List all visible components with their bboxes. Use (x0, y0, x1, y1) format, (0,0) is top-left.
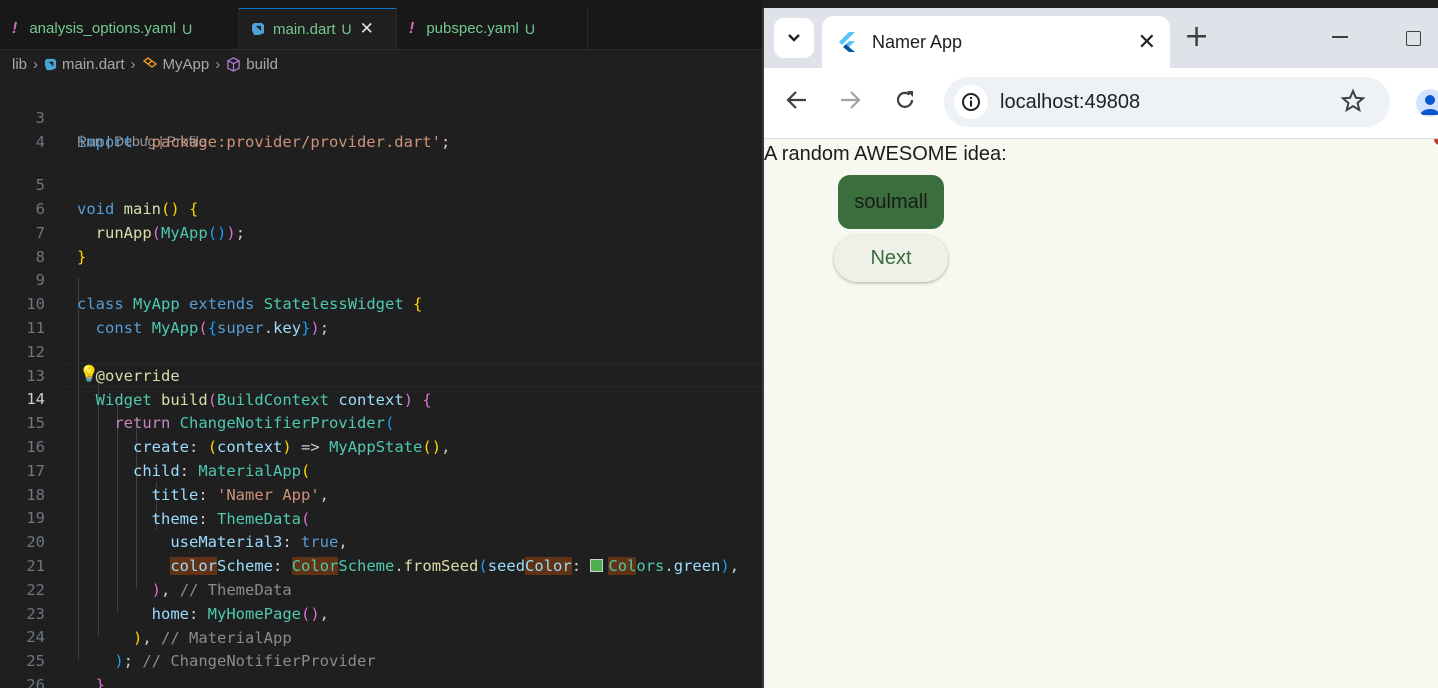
flutter-icon (839, 32, 855, 52)
dart-icon (44, 58, 57, 70)
breadcrumb-item-build[interactable]: build (226, 56, 278, 73)
debug-banner-corner (1434, 139, 1438, 145)
info-icon (962, 93, 980, 111)
code-line: 21 ), // ThemeData (0, 530, 762, 599)
back-button[interactable] (782, 85, 812, 115)
tab-label: pubspec.yaml (426, 20, 519, 37)
chevron-right-icon: › (215, 55, 221, 73)
browser-tab-title: Namer App (872, 31, 963, 52)
browser-window: Namer App ✕ + localhost:49808 A random A… (762, 8, 1438, 688)
close-icon[interactable]: ✕ (360, 19, 374, 39)
address-bar[interactable]: localhost:49808 (944, 77, 1390, 127)
browser-tab-strip: Namer App ✕ + (764, 8, 1438, 68)
code-line: 22 home: MyHomePage(), (0, 554, 762, 623)
code-line: 14 return ChangeNotifierProvider( (0, 363, 762, 432)
code-editor: ! analysis_options.yaml U main.dart U ✕ … (0, 0, 762, 688)
breadcrumb-label: MyApp (162, 55, 210, 73)
warning-icon: ! (12, 19, 18, 37)
breadcrumb-item-lib[interactable]: lib (12, 56, 27, 73)
close-icon[interactable]: ✕ (1138, 29, 1156, 55)
code-line: 7 } (0, 197, 762, 266)
code-line: 20 colorScheme: ColorScheme.fromSeed(see… (0, 506, 762, 575)
breadcrumb-item-myapp[interactable]: MyApp (142, 55, 210, 73)
tab-status: U (341, 21, 352, 37)
site-info-button[interactable] (954, 85, 988, 119)
class-icon (142, 57, 157, 68)
tab-pubspec[interactable]: ! pubspec.yaml U (397, 8, 588, 49)
code-line: 10 const MyApp({super.key}); (0, 268, 762, 337)
code-line: 27 (0, 673, 762, 688)
browser-toolbar: localhost:49808 (764, 68, 1438, 139)
minimize-icon[interactable] (1332, 36, 1348, 38)
next-button[interactable]: Next (834, 235, 948, 282)
code-line: 6 runApp(MyApp()); (0, 173, 762, 242)
editor-tab-bar: ! analysis_options.yaml U main.dart U ✕ … (0, 8, 762, 50)
maximize-icon[interactable] (1406, 31, 1421, 46)
profile-avatar-icon (1420, 95, 1438, 115)
tab-search-button[interactable] (774, 18, 814, 58)
code-line: 24 ); // ChangeNotifierProvider (0, 601, 762, 670)
code-line: 5 void main() { (0, 149, 762, 218)
code-line: 19 useMaterial3: true, (0, 482, 762, 551)
code-line: 16 child: MaterialApp( (0, 411, 762, 480)
tab-label: analysis_options.yaml (29, 20, 177, 37)
code-line: 13 Widget build(BuildContext context) { (0, 340, 762, 409)
breadcrumb-item-main-dart[interactable]: main.dart (44, 56, 125, 73)
web-page: A random AWESOME idea: soulmall Next (764, 139, 1438, 688)
code-line: 8 (0, 221, 762, 266)
chevron-right-icon: › (130, 55, 136, 73)
code-line: 17 title: 'Namer App', (0, 435, 762, 504)
breadcrumb-label: main.dart (62, 55, 125, 73)
profile-icon[interactable] (1416, 89, 1438, 117)
warning-icon: ! (409, 19, 415, 37)
browser-tab[interactable]: Namer App ✕ (822, 16, 1170, 68)
title-bar-edge (0, 0, 762, 8)
dart-icon (252, 23, 264, 35)
idea-label: A random AWESOME idea: (764, 143, 1007, 165)
code-area[interactable]: Run | Debug | Profile 💡 3 import 'packag… (0, 82, 762, 688)
bookmark-button[interactable] (1340, 88, 1366, 118)
code-line: 11 (0, 292, 762, 337)
url-text[interactable]: localhost:49808 (1000, 77, 1140, 127)
tab-analysis-options[interactable]: ! analysis_options.yaml U (0, 8, 239, 49)
tab-status: U (182, 20, 193, 37)
reload-button[interactable] (890, 85, 920, 115)
star-icon (1340, 88, 1366, 113)
method-cube-icon (227, 56, 240, 72)
chevron-right-icon: › (33, 55, 39, 73)
tab-main-dart[interactable]: main.dart U ✕ (239, 8, 397, 49)
forward-icon (841, 91, 861, 109)
forward-button[interactable] (835, 85, 865, 115)
code-line: 3 import 'package:provider/provider.dart… (0, 82, 762, 151)
code-line: 4 (0, 106, 762, 151)
chevron-down-icon (788, 34, 800, 42)
code-line: 26 } (0, 649, 762, 688)
code-line: 18 theme: ThemeData( (0, 459, 762, 528)
word-pair-card: soulmall (838, 175, 944, 229)
code-line: 25 } (0, 625, 762, 688)
plus-icon[interactable]: + (1184, 22, 1209, 52)
reload-icon (896, 91, 914, 108)
breadcrumb-label: build (246, 55, 278, 73)
code-line: 9 class MyApp extends StatelessWidget { (0, 244, 762, 313)
tab-status: U (524, 20, 536, 37)
tab-label: main.dart (273, 20, 336, 38)
code-line: 12 @override (0, 316, 762, 385)
code-line: 23 ), // MaterialApp (0, 578, 762, 647)
breadcrumb: lib › main.dart › MyApp › build (0, 50, 762, 78)
code-line: 15 create: (context) => MyAppState(), (0, 387, 762, 456)
breadcrumb-label: lib (12, 55, 28, 73)
back-icon (786, 91, 806, 109)
